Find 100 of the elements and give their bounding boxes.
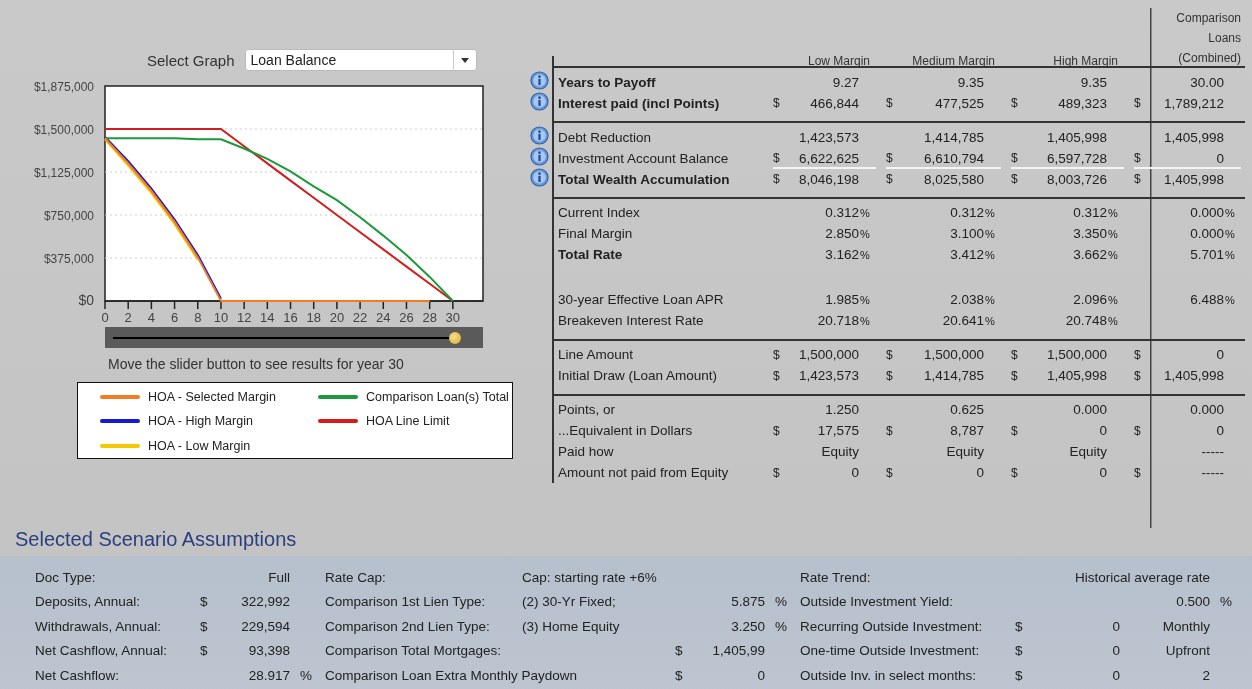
table-value: 0.000 bbox=[1190, 402, 1224, 417]
table-value: 0 bbox=[976, 465, 984, 480]
slider-thumb[interactable] bbox=[449, 332, 461, 344]
table-value: 3.162 bbox=[825, 247, 859, 262]
x-axis-label: 10 bbox=[213, 310, 229, 325]
currency-sign: $ bbox=[886, 423, 893, 438]
row-label: Final Margin bbox=[557, 226, 634, 241]
table-value: 2.096 bbox=[1073, 292, 1107, 307]
unit-sign: % bbox=[985, 227, 995, 240]
x-axis-label: 2 bbox=[124, 310, 132, 325]
assumption-label: Doc Type: bbox=[35, 569, 97, 585]
y-axis-label: $375,000 bbox=[43, 252, 94, 266]
table-value: 30.00 bbox=[1190, 74, 1224, 90]
x-axis-label: 22 bbox=[352, 310, 368, 325]
currency-sign: $ bbox=[1011, 172, 1018, 186]
row-label: Interest paid (incl Points) bbox=[557, 95, 721, 111]
currency-sign: $ bbox=[773, 347, 780, 362]
currency-sign: $ bbox=[1134, 347, 1141, 362]
assumption-value: 0 bbox=[1111, 618, 1120, 634]
x-axis-label: 30 bbox=[445, 310, 461, 325]
assumption-currency: $ bbox=[200, 618, 209, 634]
table-value: 0 bbox=[851, 465, 859, 480]
unit-sign: % bbox=[1225, 206, 1235, 219]
currency-sign: $ bbox=[1134, 96, 1141, 110]
assumption-label: Outside Inv. in select months: bbox=[800, 667, 978, 683]
table-value: 8,025,580 bbox=[923, 171, 984, 187]
assumption-label: Comparison Total Mortgages: bbox=[325, 643, 503, 659]
assumption-extra: 2 bbox=[1201, 667, 1210, 683]
table-value: Equity bbox=[821, 444, 859, 459]
table-value: 1,500,000 bbox=[798, 347, 859, 362]
info-icon[interactable] bbox=[530, 71, 549, 90]
assumption-value: 5.875 bbox=[730, 594, 765, 610]
table-value: 3.100 bbox=[950, 226, 984, 241]
row-label: Investment Account Balance bbox=[557, 150, 730, 166]
x-axis-label: 20 bbox=[329, 310, 345, 325]
table-value: 1,405,998 bbox=[1046, 368, 1107, 383]
table-value: 9.35 bbox=[1080, 74, 1107, 90]
x-axis-label: 14 bbox=[260, 310, 275, 325]
table-value: 8,787 bbox=[950, 423, 984, 438]
table-value: 17,575 bbox=[817, 423, 859, 438]
x-axis-label: 8 bbox=[194, 310, 202, 325]
table-value: 1,405,998 bbox=[1163, 129, 1224, 145]
assumption-unit: % bbox=[774, 618, 788, 634]
table-value: 1,500,000 bbox=[1046, 347, 1107, 362]
currency-sign: $ bbox=[1011, 465, 1018, 480]
y-axis-label: $1,875,000 bbox=[33, 80, 94, 94]
currency-sign: $ bbox=[886, 465, 893, 480]
info-icon[interactable] bbox=[530, 168, 549, 187]
currency-sign: $ bbox=[886, 151, 893, 165]
unit-sign: % bbox=[1108, 293, 1118, 306]
row-label: Amount not paid from Equity bbox=[557, 465, 730, 480]
assumption-label: Comparison 1st Lien Type: bbox=[325, 594, 487, 610]
currency-sign: $ bbox=[886, 368, 893, 383]
assumption-currency: $ bbox=[675, 643, 684, 659]
info-icon[interactable] bbox=[530, 92, 549, 111]
unit-sign: % bbox=[1108, 248, 1118, 261]
info-icon[interactable] bbox=[530, 126, 549, 145]
x-axis-label: 0 bbox=[101, 310, 109, 325]
row-label: ...Equivalent in Dollars bbox=[557, 423, 694, 438]
assumption-unit: % bbox=[1219, 594, 1233, 610]
assumption-extra: 0.500 bbox=[1175, 594, 1210, 610]
x-axis-label: 16 bbox=[283, 310, 298, 325]
table-value: 6,597,728 bbox=[1046, 150, 1107, 166]
x-axis-label: 26 bbox=[399, 310, 414, 325]
assumption-currency: $ bbox=[200, 643, 209, 659]
y-axis-label: $1,125,000 bbox=[33, 166, 94, 180]
assumption-value: 229,594 bbox=[240, 618, 290, 634]
assumption-label: Net Cashflow, Annual: bbox=[35, 643, 169, 659]
currency-sign: $ bbox=[773, 96, 780, 110]
year-slider[interactable] bbox=[105, 327, 483, 348]
select-graph-label: Select Graph bbox=[147, 51, 235, 69]
table-value: ----- bbox=[1201, 444, 1224, 459]
table-value: 1,500,000 bbox=[923, 347, 984, 362]
table-value: 466,844 bbox=[810, 95, 859, 111]
table-value: 0 bbox=[1216, 423, 1224, 438]
graph-dropdown[interactable]: Loan Balance bbox=[244, 49, 477, 71]
y-axis-label: $1,500,000 bbox=[33, 123, 94, 137]
table-value: 6.488 bbox=[1190, 292, 1224, 307]
assumption-value: 0 bbox=[756, 667, 765, 683]
table-value: 2.850 bbox=[825, 226, 859, 241]
table-value: 1,405,998 bbox=[1163, 171, 1224, 187]
assumption-currency: $ bbox=[1015, 667, 1024, 683]
info-icon[interactable] bbox=[530, 147, 549, 166]
column-header: Comparison Loans (Combined) bbox=[1175, 10, 1242, 67]
assumption-detail: Cap: starting rate +6% bbox=[521, 569, 658, 585]
legend-label: HOA - Selected Margin bbox=[148, 389, 276, 404]
table-value: 1,423,573 bbox=[798, 368, 859, 383]
row-label: Total Rate bbox=[557, 247, 624, 262]
currency-sign: $ bbox=[1011, 96, 1018, 110]
row-label: Total Wealth Accumulation bbox=[557, 171, 731, 187]
table-value: 0.312 bbox=[825, 205, 859, 220]
table-value: 1.250 bbox=[825, 402, 859, 417]
table-value: 0.000 bbox=[1190, 226, 1224, 241]
currency-sign: $ bbox=[1134, 172, 1141, 186]
table-value: 0.312 bbox=[1073, 205, 1107, 220]
unit-sign: % bbox=[1108, 206, 1118, 219]
currency-sign: $ bbox=[1134, 423, 1141, 438]
assumption-value: 3.250 bbox=[730, 618, 765, 634]
table-value: 1,423,573 bbox=[798, 129, 859, 145]
table-value: 1,789,212 bbox=[1163, 95, 1224, 111]
